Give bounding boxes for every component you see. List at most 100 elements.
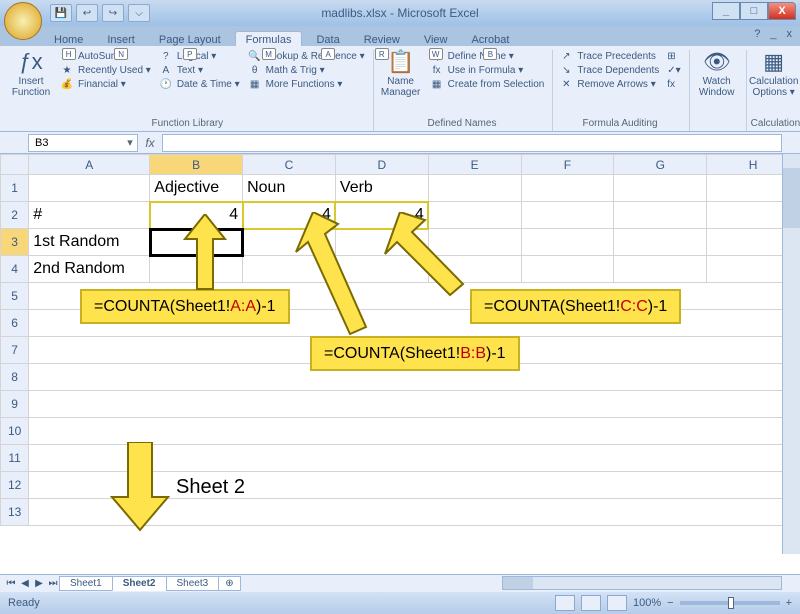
- trace-precedents-button[interactable]: ↗Trace Precedents: [557, 50, 661, 63]
- qat-undo-icon[interactable]: ↩: [76, 4, 98, 22]
- cell-C1[interactable]: Noun: [243, 175, 336, 202]
- view-normal-button[interactable]: [555, 595, 575, 611]
- row-header-8[interactable]: 8: [1, 364, 29, 391]
- office-button[interactable]: [4, 2, 42, 40]
- zoom-out-button[interactable]: −: [667, 597, 673, 609]
- window-close-button[interactable]: X: [768, 2, 796, 20]
- col-header-B[interactable]: B: [150, 155, 243, 175]
- vertical-scrollbar[interactable]: [782, 154, 800, 554]
- date-time-button[interactable]: 🕐Date & Time ▾: [157, 78, 242, 91]
- zoom-level[interactable]: 100%: [633, 597, 661, 609]
- workbook-close-icon[interactable]: x: [787, 28, 793, 40]
- vscroll-thumb[interactable]: [783, 168, 800, 228]
- row-header-11[interactable]: 11: [1, 445, 29, 472]
- tab-review[interactable]: ReviewR: [354, 32, 410, 46]
- help-icon[interactable]: ?: [754, 28, 760, 40]
- row-header-6[interactable]: 6: [1, 310, 29, 337]
- hscroll-thumb[interactable]: [503, 577, 533, 589]
- sheet-tab-sheet2[interactable]: Sheet2: [112, 576, 167, 591]
- cell-A1[interactable]: [29, 175, 150, 202]
- sheet-nav-prev[interactable]: ◀: [18, 578, 32, 589]
- row-header-12[interactable]: 12: [1, 472, 29, 499]
- watch-window-button[interactable]: 👁Watch Window: [694, 50, 740, 98]
- col-header-E[interactable]: E: [428, 155, 521, 175]
- tab-view[interactable]: ViewW: [414, 32, 458, 46]
- view-break-button[interactable]: [607, 595, 627, 611]
- col-header-D[interactable]: D: [335, 155, 428, 175]
- new-sheet-button[interactable]: ⊕: [218, 576, 240, 591]
- evaluate-formula-button[interactable]: fx: [665, 78, 682, 91]
- tab-acrobat[interactable]: AcrobatB: [461, 32, 519, 46]
- cell-G3[interactable]: [614, 229, 707, 256]
- cell-A3[interactable]: 1st Random: [29, 229, 150, 256]
- cell-F1[interactable]: [521, 175, 614, 202]
- row-header-13[interactable]: 13: [1, 499, 29, 526]
- row-header-1[interactable]: 1: [1, 175, 29, 202]
- cell-row10[interactable]: [29, 418, 800, 445]
- sheet-nav-first[interactable]: ⏮: [4, 578, 18, 589]
- ribbon-minimize-icon[interactable]: _: [770, 28, 776, 40]
- row-header-9[interactable]: 9: [1, 391, 29, 418]
- row-header-5[interactable]: 5: [1, 283, 29, 310]
- zoom-in-button[interactable]: +: [786, 597, 792, 609]
- logical-button[interactable]: ?Logical ▾: [157, 50, 242, 63]
- window-minimize-button[interactable]: _: [712, 2, 740, 20]
- row-header-4[interactable]: 4: [1, 256, 29, 283]
- cell-A4[interactable]: 2nd Random: [29, 256, 150, 283]
- row-header-2[interactable]: 2: [1, 202, 29, 229]
- chevron-down-icon[interactable]: ▾: [123, 136, 137, 149]
- tab-data[interactable]: DataA: [306, 32, 349, 46]
- recently-used-button[interactable]: ★Recently Used ▾: [58, 64, 153, 77]
- row-header-7[interactable]: 7: [1, 337, 29, 364]
- math-trig-button[interactable]: θMath & Trig ▾: [246, 64, 367, 77]
- tab-page-layout[interactable]: Page LayoutP: [149, 32, 231, 46]
- qat-save-icon[interactable]: 💾: [50, 4, 72, 22]
- financial-button[interactable]: 💰Financial ▾: [58, 78, 153, 91]
- cell-G2[interactable]: [614, 202, 707, 229]
- cell-B1[interactable]: Adjective: [150, 175, 243, 202]
- tab-home[interactable]: HomeH: [44, 32, 93, 46]
- zoom-slider[interactable]: [680, 601, 780, 605]
- cell-D1[interactable]: Verb: [335, 175, 428, 202]
- sheet-tab-sheet1[interactable]: Sheet1: [59, 576, 113, 591]
- fx-icon[interactable]: fx: [138, 136, 162, 150]
- cell-G1[interactable]: [614, 175, 707, 202]
- sheet-nav-last[interactable]: ⏭: [46, 578, 60, 589]
- view-layout-button[interactable]: [581, 595, 601, 611]
- use-in-formula-button[interactable]: fxUse in Formula ▾: [428, 64, 547, 77]
- window-maximize-button[interactable]: □: [740, 2, 768, 20]
- cell-F3[interactable]: [521, 229, 614, 256]
- cell-F2[interactable]: [521, 202, 614, 229]
- col-header-F[interactable]: F: [521, 155, 614, 175]
- col-header-G[interactable]: G: [614, 155, 707, 175]
- horizontal-scrollbar[interactable]: [502, 576, 782, 590]
- cell-G4[interactable]: [614, 256, 707, 283]
- name-box[interactable]: B3 ▾: [28, 134, 138, 152]
- tab-insert[interactable]: InsertN: [97, 32, 145, 46]
- create-from-selection-button[interactable]: ▦Create from Selection: [428, 78, 547, 91]
- cell-F4[interactable]: [521, 256, 614, 283]
- cell-row9[interactable]: [29, 391, 800, 418]
- col-header-C[interactable]: C: [243, 155, 336, 175]
- row-header-10[interactable]: 10: [1, 418, 29, 445]
- sheet-tab-sheet3[interactable]: Sheet3: [166, 576, 220, 591]
- formula-bar[interactable]: [162, 134, 782, 152]
- qat-custom-icon[interactable]: ⌵: [128, 4, 150, 22]
- more-functions-button[interactable]: ▦More Functions ▾: [246, 78, 367, 91]
- qat-redo-icon[interactable]: ↪: [102, 4, 124, 22]
- text-button[interactable]: AText ▾: [157, 64, 242, 77]
- col-header-A[interactable]: A: [29, 155, 150, 175]
- calculation-options-button[interactable]: ▦Calculation Options ▾: [751, 50, 797, 98]
- insert-function-button[interactable]: ƒxInsert Function: [8, 50, 54, 98]
- sheet-nav-next[interactable]: ▶: [32, 578, 46, 589]
- cell-E1[interactable]: [428, 175, 521, 202]
- remove-arrows-button[interactable]: ✕Remove Arrows ▾: [557, 78, 661, 91]
- zoom-handle[interactable]: [728, 597, 734, 609]
- select-all-cell[interactable]: [1, 155, 29, 175]
- show-formulas-button[interactable]: ⊞: [665, 50, 682, 63]
- tab-formulas[interactable]: FormulasM: [235, 31, 303, 46]
- trace-dependents-button[interactable]: ↘Trace Dependents: [557, 64, 661, 77]
- row-header-3[interactable]: 3: [1, 229, 29, 256]
- error-checking-button[interactable]: ✓▾: [665, 64, 682, 77]
- cell-A2[interactable]: #: [29, 202, 150, 229]
